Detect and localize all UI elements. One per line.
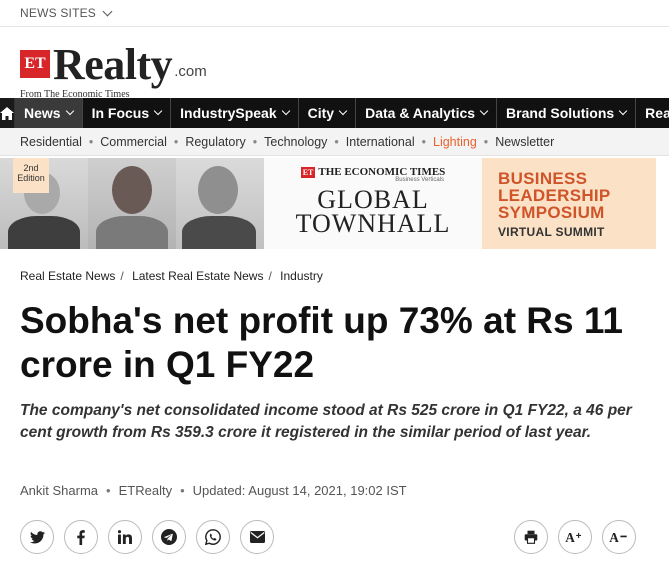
- separator: •: [421, 134, 426, 149]
- nav-item-in-focus[interactable]: In Focus: [83, 98, 172, 128]
- author-link[interactable]: Ankit Sharma: [20, 483, 98, 498]
- share-whatsapp-button[interactable]: [196, 520, 230, 554]
- nav-item-label: News: [24, 105, 61, 121]
- font-decrease-button[interactable]: A: [602, 520, 636, 554]
- print-icon: [524, 530, 538, 544]
- chevron-down-icon: [102, 6, 113, 16]
- logo-tagline: From The Economic Times: [20, 89, 130, 100]
- sub-nav-commercial[interactable]: Commercial: [100, 135, 167, 149]
- nav-item-industryspeak[interactable]: IndustrySpeak: [171, 98, 299, 128]
- nav-item-realty[interactable]: Realty: [636, 98, 669, 128]
- twitter-icon: [29, 530, 45, 543]
- chevron-down-icon: [281, 106, 290, 116]
- logo-et-box: ET: [20, 50, 50, 78]
- share-twitter-button[interactable]: [20, 520, 54, 554]
- separator: •: [88, 134, 94, 149]
- separator: •: [173, 134, 179, 149]
- nav-item-label: Realty: [645, 105, 669, 121]
- separator: •: [180, 483, 185, 498]
- article-title: Sobha's net profit up 73% at Rs 11 crore…: [20, 300, 623, 385]
- source-link[interactable]: ETRealty: [119, 483, 172, 498]
- share-telegram-button[interactable]: [152, 520, 186, 554]
- updated-timestamp: Updated: August 14, 2021, 19:02 IST: [192, 483, 407, 498]
- byline: Ankit Sharma • ETRealty • Updated: Augus…: [20, 483, 407, 498]
- et-mini-icon: ET: [300, 166, 316, 178]
- logo-wordmark: Realty: [53, 40, 173, 89]
- nav-item-data-analytics[interactable]: Data & Analytics: [356, 98, 498, 128]
- share-email-button[interactable]: [240, 520, 274, 554]
- breadcrumb-link[interactable]: Industry: [280, 269, 323, 283]
- site-logo[interactable]: ET Realty .com: [20, 40, 207, 89]
- edition-badge: 2nd Edition: [13, 158, 49, 193]
- share-facebook-button[interactable]: [64, 520, 98, 554]
- breadcrumb: Real Estate News / Latest Real Estate New…: [20, 269, 323, 283]
- symposium-sub: VIRTUAL SUMMIT: [498, 225, 605, 239]
- share-toolbar: A + A: [20, 520, 640, 554]
- symposium-line3: SYMPOSIUM: [498, 203, 605, 222]
- home-icon: [0, 106, 14, 120]
- nav-item-label: IndustrySpeak: [180, 105, 277, 121]
- telegram-icon: [161, 529, 177, 545]
- global-townhall-logo: ET THE ECONOMIC TIMES Business Verticals …: [264, 158, 482, 249]
- edition-label: Edition: [17, 173, 45, 183]
- speaker-photo: [176, 158, 264, 249]
- separator: •: [483, 134, 489, 149]
- article-synopsis: The company's net consolidated income st…: [20, 402, 632, 441]
- symposium-line2: LEADERSHIP: [498, 186, 611, 205]
- separator: •: [106, 483, 111, 498]
- chevron-down-icon: [65, 106, 74, 116]
- symposium-panel: BUSINESS LEADERSHIP SYMPOSIUM VIRTUAL SU…: [482, 158, 656, 249]
- separator: •: [334, 134, 339, 149]
- nav-item-label: City: [307, 105, 335, 121]
- breadcrumb-separator: /: [120, 269, 124, 283]
- breadcrumb-link[interactable]: Latest Real Estate News: [132, 269, 263, 283]
- sub-nav-technology[interactable]: Technology: [264, 135, 327, 149]
- svg-text:+: +: [576, 531, 582, 542]
- chevron-down-icon: [479, 106, 489, 116]
- font-increase-icon: A +: [565, 530, 582, 544]
- sub-nav-international[interactable]: International: [346, 135, 415, 149]
- logo-row: ET Realty .com From The Economic Times: [0, 27, 669, 100]
- news-sites-dropdown[interactable]: NEWS SITES: [0, 0, 669, 27]
- svg-text:A: A: [565, 530, 575, 544]
- nav-item-label: In Focus: [91, 105, 150, 121]
- sub-nav-residential[interactable]: Residential: [20, 135, 82, 149]
- linkedin-icon: [118, 530, 132, 544]
- sub-nav-lighting[interactable]: Lighting: [433, 135, 477, 149]
- news-sites-label: NEWS SITES: [20, 6, 97, 20]
- font-increase-button[interactable]: A +: [558, 520, 592, 554]
- share-linkedin-button[interactable]: [108, 520, 142, 554]
- edition-number: 2nd: [23, 163, 39, 173]
- main-nav: News In Focus IndustrySpeak City Data & …: [0, 98, 669, 128]
- breadcrumb-link[interactable]: Real Estate News: [20, 269, 115, 283]
- breadcrumb-separator: /: [268, 269, 272, 283]
- chevron-down-icon: [153, 106, 163, 116]
- chevron-down-icon: [618, 106, 628, 116]
- chevron-down-icon: [338, 106, 348, 116]
- email-icon: [249, 531, 265, 543]
- whatsapp-icon: [205, 529, 221, 545]
- nav-item-label: Data & Analytics: [365, 105, 476, 121]
- sub-nav-regulatory[interactable]: Regulatory: [185, 135, 245, 149]
- sub-nav: Residential • Commercial • Regulatory • Tec…: [0, 128, 669, 156]
- font-decrease-icon: A: [609, 530, 627, 544]
- nav-item-news[interactable]: News: [15, 98, 83, 128]
- sub-nav-newsletter[interactable]: Newsletter: [495, 135, 554, 149]
- logo-domain: .com: [174, 63, 207, 80]
- symposium-line1: BUSINESS: [498, 169, 588, 188]
- separator: •: [252, 134, 258, 149]
- event-title-line2: TOWNHALL: [295, 209, 451, 238]
- home-button[interactable]: [0, 98, 15, 128]
- event-banner[interactable]: 2nd Edition ET THE ECONOMIC TIMES Busines…: [0, 158, 656, 249]
- nav-item-city[interactable]: City: [299, 98, 357, 128]
- print-button[interactable]: [514, 520, 548, 554]
- nav-item-brand-solutions[interactable]: Brand Solutions: [497, 98, 637, 128]
- speaker-photo: [88, 158, 176, 249]
- facebook-icon: [77, 529, 85, 545]
- svg-text:A: A: [609, 530, 619, 544]
- nav-item-label: Brand Solutions: [506, 105, 615, 121]
